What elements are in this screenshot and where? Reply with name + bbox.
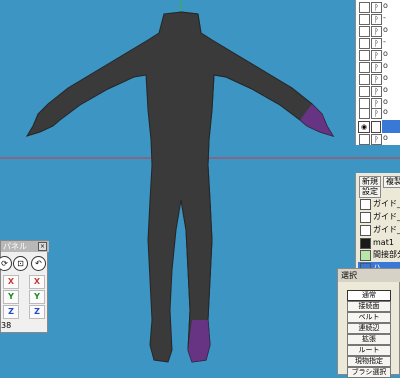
object-row[interactable]: ᚹo <box>357 73 400 85</box>
axis-z-left[interactable]: Z <box>3 305 19 319</box>
select-expand-button[interactable]: 拡張 <box>347 334 391 345</box>
object-name: o <box>383 61 388 70</box>
lock-icon[interactable]: ᚹ <box>371 50 382 61</box>
visibility-checkbox[interactable] <box>359 108 370 119</box>
tool-panel-header: パネル × <box>1 241 49 252</box>
visibility-checkbox[interactable] <box>359 2 370 13</box>
material-settings-button[interactable]: 設定 <box>359 186 381 198</box>
object-row[interactable]: ᚹ- <box>357 37 400 49</box>
frame-view-icon[interactable]: ⊡ <box>13 256 28 271</box>
object-row[interactable]: ᚹo <box>357 25 400 37</box>
lock-icon[interactable]: ᚹ <box>371 2 382 13</box>
axis-x-left[interactable]: X <box>3 275 19 289</box>
visibility-checkbox[interactable] <box>359 134 370 145</box>
select-belt-button[interactable]: ベルト <box>347 312 391 323</box>
select-panel-title: 選択 <box>338 269 400 282</box>
material-swatch <box>360 238 371 249</box>
object-row[interactable]: ᚹ- <box>357 13 400 25</box>
axis-y-right[interactable]: Y <box>29 290 45 304</box>
object-name: - <box>383 37 386 46</box>
material-swatch <box>360 225 371 236</box>
rotate-view-icon[interactable]: ⟳ <box>0 256 12 271</box>
select-brush-button[interactable]: ブラシ選択 <box>347 367 391 378</box>
object-name: o <box>383 73 388 82</box>
material-name: ガイド_後 <box>373 225 400 234</box>
selected-object-highlight[interactable] <box>382 120 400 133</box>
eye-icon[interactable]: ◉ <box>358 121 370 133</box>
object-row[interactable]: ᚹo <box>357 1 400 13</box>
select-route-button[interactable]: ルート <box>347 345 391 356</box>
object-name: o <box>383 25 388 34</box>
tool-panel: パネル × ⟳ ⊡ ↶ X X Y Y Z Z 38 <box>0 240 49 333</box>
select-connected-face-button[interactable]: 接続面 <box>347 301 391 312</box>
material-name: 間接部分 <box>373 250 400 259</box>
object-row[interactable]: ᚹo <box>357 61 400 73</box>
select-continuous-edge-button[interactable]: 連続辺 <box>347 323 391 334</box>
material-row[interactable]: ガイド_横 <box>358 211 400 223</box>
visibility-checkbox[interactable] <box>359 26 370 37</box>
object-name: o <box>383 49 388 58</box>
visibility-checkbox[interactable] <box>359 38 370 49</box>
material-name: ガイド_横 <box>373 212 400 221</box>
material-swatch <box>360 199 371 210</box>
material-swatch <box>360 212 371 223</box>
axis-z-right[interactable]: Z <box>29 305 45 319</box>
object-name: o <box>383 1 388 10</box>
material-name: mat1 <box>373 238 394 247</box>
close-icon[interactable]: × <box>38 242 47 251</box>
object-name: o <box>383 133 388 142</box>
lock-checkbox[interactable] <box>371 121 381 133</box>
selected-object-row[interactable]: ◉ <box>356 120 400 133</box>
lock-icon[interactable]: ᚹ <box>371 38 382 49</box>
object-row[interactable]: ᚹo <box>357 85 400 97</box>
value-readout: 38 <box>1 321 12 330</box>
visibility-checkbox[interactable] <box>359 14 370 25</box>
lock-icon[interactable]: ᚹ <box>371 62 382 73</box>
object-name: o <box>383 97 388 106</box>
material-name: ガイド_前 <box>373 199 400 208</box>
select-object-button[interactable]: 現物指定 <box>347 356 391 367</box>
object-name: o <box>383 107 388 116</box>
lock-icon[interactable]: ᚹ <box>371 74 382 85</box>
copy-material-button[interactable]: 複製 <box>383 176 400 188</box>
object-name: - <box>383 13 386 22</box>
model-body <box>25 11 335 363</box>
material-row[interactable]: ガイド_後 <box>358 224 400 236</box>
lock-icon[interactable]: ᚹ <box>371 108 382 119</box>
object-row[interactable]: ᚹo <box>357 49 400 61</box>
select-panel: 選択 通常 接続面 ベルト 連続辺 拡張 ルート 現物指定 ブラシ選択 <box>337 268 400 378</box>
material-row[interactable]: mat1 <box>358 237 400 249</box>
visibility-checkbox[interactable] <box>359 62 370 73</box>
object-name: o <box>383 85 388 94</box>
visibility-checkbox[interactable] <box>359 74 370 85</box>
lock-icon[interactable]: ᚹ <box>371 86 382 97</box>
material-row[interactable]: 間接部分 <box>358 249 400 261</box>
select-normal-button[interactable]: 通常 <box>347 290 391 301</box>
material-swatch <box>360 250 371 261</box>
lock-icon[interactable]: ᚹ <box>371 14 382 25</box>
visibility-checkbox[interactable] <box>359 50 370 61</box>
axis-x-right[interactable]: X <box>29 275 45 289</box>
lock-icon[interactable]: ᚹ <box>371 134 382 145</box>
undo-view-icon[interactable]: ↶ <box>31 256 46 271</box>
visibility-checkbox[interactable] <box>359 86 370 97</box>
tool-panel-title: パネル <box>3 242 27 251</box>
material-row[interactable]: ガイド_前 <box>358 198 400 210</box>
axis-y-left[interactable]: Y <box>3 290 19 304</box>
object-row[interactable]: ᚹo <box>357 107 400 119</box>
object-row[interactable]: ᚹo <box>357 133 400 145</box>
lock-icon[interactable]: ᚹ <box>371 26 382 37</box>
